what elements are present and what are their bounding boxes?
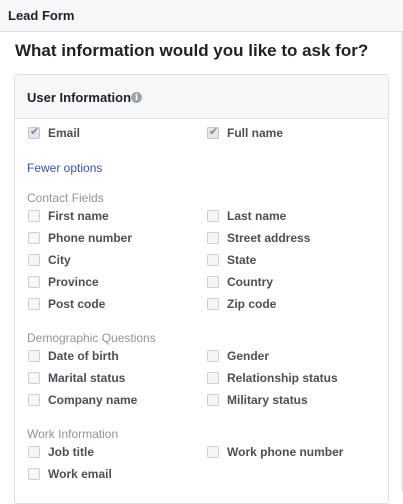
checkbox[interactable]: ✔ bbox=[28, 126, 40, 139]
checkbox[interactable] bbox=[207, 210, 219, 222]
field-label: Work email bbox=[48, 467, 112, 481]
checkbox[interactable] bbox=[207, 372, 219, 384]
checkbox[interactable] bbox=[28, 254, 40, 266]
checkbox[interactable] bbox=[207, 298, 219, 310]
field-label: Gender bbox=[227, 349, 270, 363]
checkbox[interactable] bbox=[207, 254, 219, 266]
field-label: City bbox=[48, 253, 71, 267]
checkbox[interactable] bbox=[207, 350, 219, 362]
page-title: Lead Form bbox=[8, 8, 75, 23]
field-label: Country bbox=[227, 275, 273, 289]
field-label: Street address bbox=[227, 231, 311, 245]
field-label: Marital status bbox=[48, 371, 126, 385]
checkmark-icon: ✔ bbox=[209, 126, 219, 138]
card-title: User Information bbox=[27, 90, 132, 105]
checkmark-icon: ✔ bbox=[30, 126, 40, 138]
section-heading-work: Work Information bbox=[27, 427, 119, 441]
section-heading-contact: Contact Fields bbox=[27, 191, 104, 205]
checkbox[interactable] bbox=[28, 468, 40, 480]
checkbox[interactable] bbox=[28, 372, 40, 384]
info-icon[interactable]: i bbox=[131, 92, 142, 103]
field-label: Province bbox=[48, 275, 99, 289]
field-label: Email bbox=[48, 126, 81, 140]
checkbox[interactable] bbox=[28, 298, 40, 310]
user-information-card: User Information i ✔ Email ✔ Full name F… bbox=[14, 74, 389, 504]
checkbox[interactable] bbox=[207, 276, 219, 288]
question-heading: What information would you like to ask f… bbox=[15, 41, 369, 60]
field-label: Relationship status bbox=[227, 371, 338, 385]
top-bar: Lead Form bbox=[0, 0, 403, 32]
checkbox[interactable] bbox=[28, 232, 40, 244]
field-label: Job title bbox=[48, 445, 95, 459]
field-label: Company name bbox=[48, 393, 138, 407]
field-label: Post code bbox=[48, 297, 106, 311]
checkbox[interactable] bbox=[28, 276, 40, 288]
field-label: Zip code bbox=[227, 297, 277, 311]
field-label: First name bbox=[48, 209, 109, 223]
checkbox[interactable]: ✔ bbox=[207, 126, 219, 139]
field-label: Date of birth bbox=[48, 349, 119, 363]
field-label: State bbox=[227, 253, 257, 267]
checkbox[interactable] bbox=[207, 446, 219, 458]
checkbox[interactable] bbox=[28, 210, 40, 222]
field-label: Phone number bbox=[48, 231, 133, 245]
field-label: Work phone number bbox=[227, 445, 344, 459]
card-header: User Information i bbox=[15, 75, 388, 119]
checkbox[interactable] bbox=[207, 232, 219, 244]
field-label: Military status bbox=[227, 393, 308, 407]
checkbox[interactable] bbox=[207, 394, 219, 406]
checkbox[interactable] bbox=[28, 394, 40, 406]
fewer-options-link[interactable]: Fewer options bbox=[27, 161, 102, 175]
checkbox[interactable] bbox=[28, 350, 40, 362]
section-heading-demographic: Demographic Questions bbox=[27, 331, 156, 345]
field-label: Last name bbox=[227, 209, 287, 223]
field-label: Full name bbox=[227, 126, 284, 140]
checkbox[interactable] bbox=[28, 446, 40, 458]
